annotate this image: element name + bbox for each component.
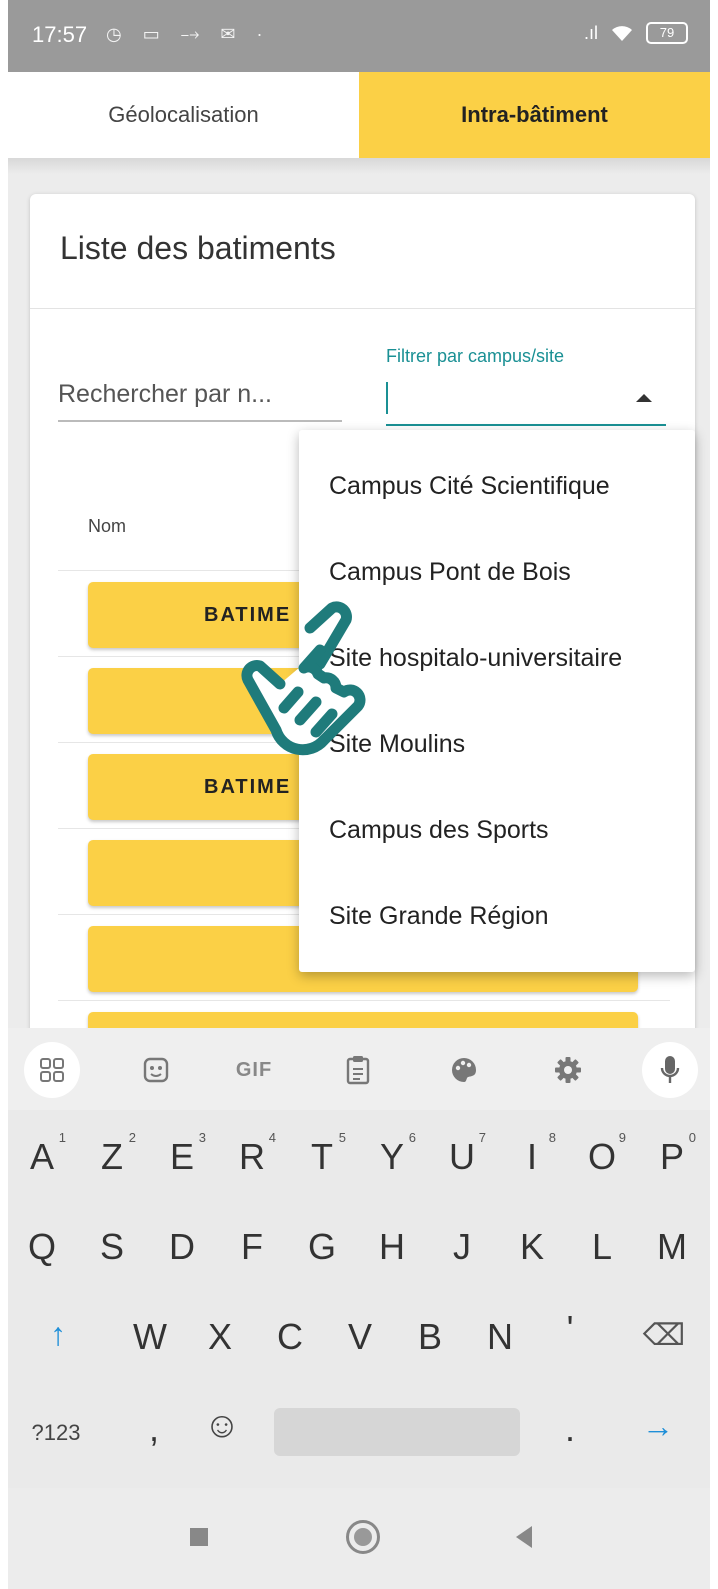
row-divider — [58, 1000, 670, 1001]
key-n[interactable]: N — [470, 1316, 530, 1358]
key-k[interactable]: K — [502, 1226, 562, 1268]
battery-icon: 79 — [646, 22, 688, 44]
key-i[interactable]: I8 — [502, 1130, 562, 1178]
caret-up-icon[interactable] — [636, 394, 652, 402]
period-key[interactable]: . — [540, 1408, 600, 1450]
key-z[interactable]: Z2 — [82, 1130, 142, 1178]
gif-button[interactable]: GIF — [234, 1050, 274, 1090]
status-time: 17:57 — [32, 22, 88, 47]
sticker-icon[interactable] — [136, 1050, 176, 1090]
tab-intra-batiment[interactable]: Intra-bâtiment — [359, 72, 710, 158]
gear-icon[interactable] — [548, 1050, 588, 1090]
key-o[interactable]: O9 — [572, 1130, 632, 1178]
spacebar[interactable] — [274, 1408, 520, 1456]
dropdown-option[interactable]: Campus Pont de Bois — [329, 558, 571, 587]
key-h[interactable]: H — [362, 1226, 422, 1268]
grid-icon[interactable] — [24, 1042, 80, 1098]
column-header-nom: Nom — [88, 516, 127, 536]
campus-filter-select[interactable] — [386, 374, 666, 426]
backspace-icon[interactable]: ⌫ — [634, 1318, 694, 1353]
tab-bar: Géolocalisation Intra-bâtiment — [8, 72, 710, 158]
palette-icon[interactable] — [444, 1050, 484, 1090]
dropdown-option[interactable]: Site Grande Région — [329, 902, 549, 931]
key-b[interactable]: B — [400, 1316, 460, 1358]
soft-keyboard: GIF A1 Z2 E3 R4 T5 Y6 U7 I8 O9 P0 Q S D — [8, 1028, 710, 1488]
key-s[interactable]: S — [82, 1226, 142, 1268]
dropdown-option[interactable]: Campus Cité Scientifique — [329, 472, 610, 501]
card-divider — [30, 308, 695, 309]
app-frame: 17:57 ◷ ▭ ⤍ ✉ · .ıl 79 Géolocalisation I… — [8, 0, 710, 1589]
key-q[interactable]: Q — [12, 1226, 72, 1268]
shift-key[interactable]: ↑ — [28, 1316, 88, 1353]
wifi-icon — [612, 26, 632, 41]
key-m[interactable]: M — [642, 1226, 702, 1268]
key-a[interactable]: A1 — [12, 1130, 72, 1178]
key-v[interactable]: V — [330, 1316, 390, 1358]
key-r[interactable]: R4 — [222, 1130, 282, 1178]
key-x[interactable]: X — [190, 1316, 250, 1358]
tabs-shadow — [8, 158, 710, 174]
home-icon[interactable] — [346, 1520, 380, 1554]
enter-key[interactable]: → — [628, 1408, 688, 1445]
filter-label: Filtrer par campus/site — [386, 346, 565, 366]
dropdown-option[interactable]: Campus des Sports — [329, 816, 549, 845]
keyboard-toolbar: GIF — [8, 1028, 710, 1110]
key-g[interactable]: G — [292, 1226, 352, 1268]
comma-key[interactable]: , — [124, 1408, 184, 1450]
page-title: Liste des batiments — [60, 230, 336, 266]
emoji-icon[interactable]: ☺ — [192, 1404, 252, 1446]
key-d[interactable]: D — [152, 1226, 212, 1268]
key-c[interactable]: C — [260, 1316, 320, 1358]
key-p[interactable]: P0 — [642, 1130, 702, 1178]
text-cursor — [386, 382, 388, 414]
status-right: .ıl 79 — [584, 22, 688, 44]
key-apostrophe[interactable]: ' — [540, 1308, 600, 1350]
key-y[interactable]: Y6 — [362, 1130, 422, 1178]
clipboard-icon[interactable] — [338, 1050, 378, 1090]
recents-icon[interactable] — [190, 1528, 208, 1546]
key-u[interactable]: U7 — [432, 1130, 492, 1178]
key-e[interactable]: E3 — [152, 1130, 212, 1178]
key-t[interactable]: T5 — [292, 1130, 352, 1178]
key-w[interactable]: W — [120, 1316, 180, 1358]
navigation-bar — [8, 1488, 710, 1589]
hand-pointer-icon — [241, 601, 366, 756]
key-j[interactable]: J — [432, 1226, 492, 1268]
status-bar: 17:57 ◷ ▭ ⤍ ✉ · .ıl 79 — [8, 0, 710, 72]
key-f[interactable]: F — [222, 1226, 282, 1268]
back-icon[interactable] — [516, 1526, 532, 1548]
notification-icons: ◷ ▭ ⤍ ✉ · — [106, 24, 271, 44]
tab-geolocalisation[interactable]: Géolocalisation — [8, 72, 359, 158]
mic-icon[interactable] — [642, 1042, 698, 1098]
signal-icon: .ıl — [583, 22, 598, 43]
symbols-key[interactable]: ?123 — [26, 1420, 86, 1446]
key-l[interactable]: L — [572, 1226, 632, 1268]
search-input[interactable]: Rechercher par n... — [58, 374, 342, 422]
